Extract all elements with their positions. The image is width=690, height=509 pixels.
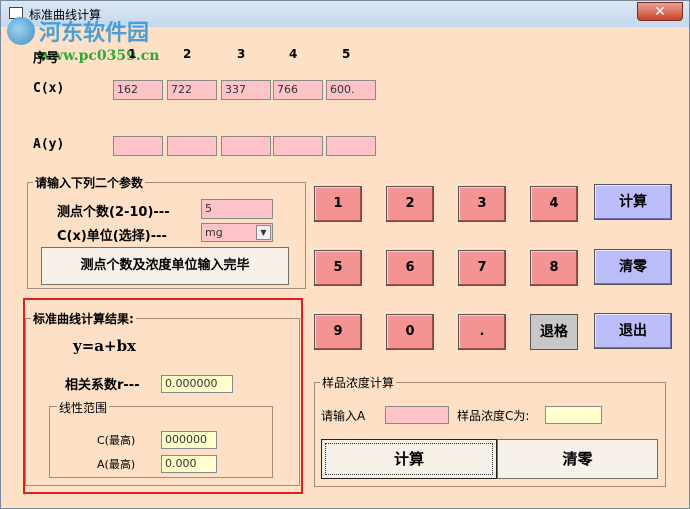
sample-a-input[interactable] <box>385 406 449 424</box>
cx-input-3[interactable]: 337 <box>221 80 271 100</box>
key-4-button[interactable]: 4 <box>530 186 578 222</box>
key-2-button[interactable]: 2 <box>386 186 434 222</box>
clear-button[interactable]: 清零 <box>594 249 672 285</box>
corr-value: 0.000000 <box>161 375 233 393</box>
unit-label: C(x)单位(选择)--- <box>57 229 167 244</box>
index-4: 4 <box>289 47 298 61</box>
index-2: 2 <box>183 47 192 61</box>
result-title: 标准曲线计算结果: <box>31 310 136 327</box>
c-max-value: 000000 <box>161 431 217 449</box>
ay-input-1[interactable] <box>113 136 163 156</box>
sample-input-label: 请输入A <box>321 409 366 423</box>
unit-select[interactable]: mg ▼ <box>201 223 273 242</box>
close-button[interactable]: ✕ <box>637 2 683 21</box>
ay-input-5[interactable] <box>326 136 376 156</box>
exit-button[interactable]: 退出 <box>594 313 672 349</box>
range-title: 线性范围 <box>57 399 110 416</box>
confirm-params-button[interactable]: 测点个数及浓度单位输入完毕 <box>41 247 289 285</box>
key-3-button[interactable]: 3 <box>458 186 506 222</box>
cx-input-1[interactable]: 162 <box>113 80 163 100</box>
c-max-label: C(最高) <box>97 434 136 447</box>
equation-text: y=a+bx <box>73 337 137 355</box>
params-title: 请输入下列二个参数 <box>33 174 146 191</box>
cx-input-2[interactable]: 722 <box>167 80 217 100</box>
corr-label: 相关系数r--- <box>65 378 140 393</box>
key-8-button[interactable]: 8 <box>530 250 578 286</box>
ay-label: A(y) <box>33 137 65 152</box>
calc-button[interactable]: 计算 <box>594 184 672 220</box>
backspace-button[interactable]: 退格 <box>530 314 578 350</box>
index-label: 序号 <box>33 51 60 66</box>
key-5-button[interactable]: 5 <box>314 250 362 286</box>
watermark-site-name: 河东软件园 <box>39 20 150 46</box>
key-7-button[interactable]: 7 <box>458 250 506 286</box>
key-6-button[interactable]: 6 <box>386 250 434 286</box>
ay-input-3[interactable] <box>221 136 271 156</box>
index-5: 5 <box>342 47 351 61</box>
sample-output-label: 样品浓度C为: <box>457 409 530 423</box>
sample-title: 样品浓度计算 <box>320 374 397 391</box>
key-1-button[interactable]: 1 <box>314 186 362 222</box>
key-0-button[interactable]: 0 <box>386 314 434 350</box>
sample-c-output <box>545 406 602 424</box>
points-input[interactable]: 5 <box>201 199 273 219</box>
a-max-value: 0.000 <box>161 455 217 473</box>
sample-clear-button[interactable]: 清零 <box>497 439 658 479</box>
chevron-down-icon[interactable]: ▼ <box>256 225 271 240</box>
watermark-logo-icon <box>7 17 35 45</box>
key-dot-button[interactable]: . <box>458 314 506 350</box>
cx-label: C(x) <box>33 81 65 96</box>
cx-input-4[interactable]: 766 <box>273 80 323 100</box>
index-3: 3 <box>237 47 246 61</box>
points-label: 测点个数(2-10)--- <box>57 205 170 220</box>
index-1: 1 <box>128 47 137 61</box>
key-9-button[interactable]: 9 <box>314 314 362 350</box>
a-max-label: A(最高) <box>97 458 136 471</box>
cx-input-5[interactable]: 600. <box>326 80 376 100</box>
ay-input-2[interactable] <box>167 136 217 156</box>
unit-select-value: mg <box>205 226 223 239</box>
main-window: 标准曲线计算 ✕ 河东软件园 www.pc0359.cn 序号 1 2 3 4 … <box>0 0 690 509</box>
ay-input-4[interactable] <box>273 136 323 156</box>
sample-calc-button[interactable]: 计算 <box>321 439 497 479</box>
